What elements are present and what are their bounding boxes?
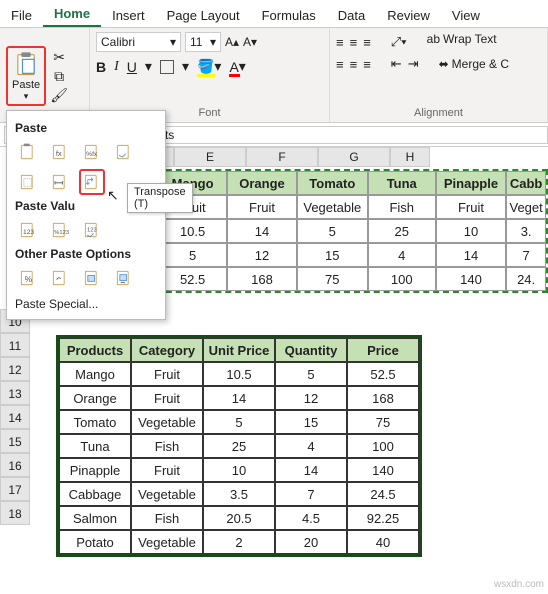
svg-text:%fx: %fx	[86, 151, 98, 158]
col-head[interactable]: H	[390, 147, 430, 167]
format-painter-icon[interactable]: 🖌	[50, 87, 68, 104]
font-name-select[interactable]: Calibri▾	[96, 32, 181, 52]
tab-pagelayout[interactable]: Page Layout	[156, 4, 251, 27]
paste-special-menu[interactable]: Paste Special...	[15, 297, 157, 311]
decrease-indent-icon[interactable]: ⇤	[391, 56, 402, 72]
paste-formulas-icon[interactable]: fx	[47, 139, 73, 165]
align-bottom-icon[interactable]: ≡	[363, 35, 371, 50]
align-middle-icon[interactable]: ≡	[350, 35, 358, 50]
source-table[interactable]: ProductsCategoryUnit PriceQuantityPrice …	[56, 335, 422, 557]
align-left-icon[interactable]: ≡	[336, 57, 344, 72]
svg-text:123: 123	[23, 229, 34, 236]
font-color-button[interactable]: A▾	[229, 58, 245, 75]
underline-button[interactable]: U	[127, 59, 137, 75]
align-group-label: Alignment	[336, 106, 541, 120]
svg-text:123: 123	[87, 228, 97, 234]
paste-picture-icon[interactable]	[79, 265, 105, 291]
tab-home[interactable]: Home	[43, 2, 101, 27]
formula-input[interactable]: Products	[120, 126, 548, 144]
orientation-icon[interactable]: ⤢▾	[391, 34, 407, 50]
italic-button[interactable]: I	[114, 59, 119, 75]
bold-button[interactable]: B	[96, 59, 106, 75]
ribbon: Paste ▾ ✂ ⧉ 🖌 Calibri▾ 11▾ A▴ A▾ B I U▾ …	[0, 28, 548, 123]
paste-link-icon[interactable]	[47, 265, 73, 291]
align-right-icon[interactable]: ≡	[363, 57, 371, 72]
row-head[interactable]: 15	[0, 429, 30, 453]
paste-all-icon[interactable]	[15, 139, 41, 165]
increase-indent-icon[interactable]: ⇥	[408, 56, 419, 72]
tab-view[interactable]: View	[441, 4, 491, 27]
paste-heading: Paste	[15, 121, 157, 135]
fill-color-button[interactable]: 🪣▾	[197, 58, 221, 75]
pasted-table[interactable]: MangoOrangeTomatoTunaPinappleCabb FruitF…	[156, 169, 548, 293]
tab-data[interactable]: Data	[327, 4, 376, 27]
copy-icon[interactable]: ⧉	[50, 68, 68, 85]
svg-text:%123: %123	[54, 230, 69, 236]
decrease-font-icon[interactable]: A▾	[243, 35, 257, 49]
row-head[interactable]: 16	[0, 453, 30, 477]
paste-linked-picture-icon[interactable]	[111, 265, 137, 291]
paste-formatting-icon[interactable]: %	[15, 265, 41, 291]
align-top-icon[interactable]: ≡	[336, 35, 344, 50]
paste-button[interactable]: Paste ▾	[6, 46, 46, 106]
tab-file[interactable]: File	[0, 4, 43, 27]
paste-label: Paste	[12, 79, 40, 91]
watermark: wsxdn.com	[494, 579, 544, 590]
row-head[interactable]: 13	[0, 381, 30, 405]
paste-transpose-icon[interactable]	[79, 169, 105, 195]
merge-button[interactable]: ⬌Merge & C	[439, 57, 509, 71]
paste-no-borders-icon[interactable]	[15, 169, 41, 195]
border-button[interactable]	[160, 60, 174, 74]
svg-text:%: %	[25, 274, 33, 284]
svg-text:fx: fx	[56, 149, 62, 158]
paste-keep-source-icon[interactable]	[111, 139, 137, 165]
mouse-cursor-icon: ↖	[107, 187, 119, 204]
paste-keep-width-icon[interactable]	[47, 169, 73, 195]
align-center-icon[interactable]: ≡	[350, 57, 358, 72]
ribbon-tabs: File Home Insert Page Layout Formulas Da…	[0, 0, 548, 28]
increase-font-icon[interactable]: A▴	[225, 35, 239, 49]
cut-icon[interactable]: ✂	[50, 49, 68, 66]
row-head[interactable]: 14	[0, 405, 30, 429]
paste-values-source-icon[interactable]: 123	[79, 217, 105, 243]
row-head[interactable]: 12	[0, 357, 30, 381]
col-head[interactable]: G	[318, 147, 390, 167]
paste-values-icon[interactable]: 123	[15, 217, 41, 243]
other-paste-heading: Other Paste Options	[15, 247, 157, 261]
col-head[interactable]: E	[174, 147, 246, 167]
paste-formulas-number-icon[interactable]: %fx	[79, 139, 105, 165]
tab-formulas[interactable]: Formulas	[251, 4, 327, 27]
tab-review[interactable]: Review	[376, 4, 441, 27]
paste-values-number-icon[interactable]: %123	[47, 217, 73, 243]
wrap-text-button[interactable]: abWrap Text	[427, 32, 497, 46]
paste-options-popup: Paste fx %fx Transpose (T) ↖ Paste Valu …	[6, 110, 166, 320]
tab-insert[interactable]: Insert	[101, 4, 156, 27]
col-head[interactable]: F	[246, 147, 318, 167]
font-size-select[interactable]: 11▾	[185, 32, 221, 52]
transpose-tooltip: Transpose (T)	[127, 183, 193, 213]
row-head[interactable]: 11	[0, 333, 30, 357]
row-head[interactable]: 17	[0, 477, 30, 501]
row-head[interactable]: 18	[0, 501, 30, 525]
chevron-down-icon[interactable]: ▾	[24, 91, 29, 102]
